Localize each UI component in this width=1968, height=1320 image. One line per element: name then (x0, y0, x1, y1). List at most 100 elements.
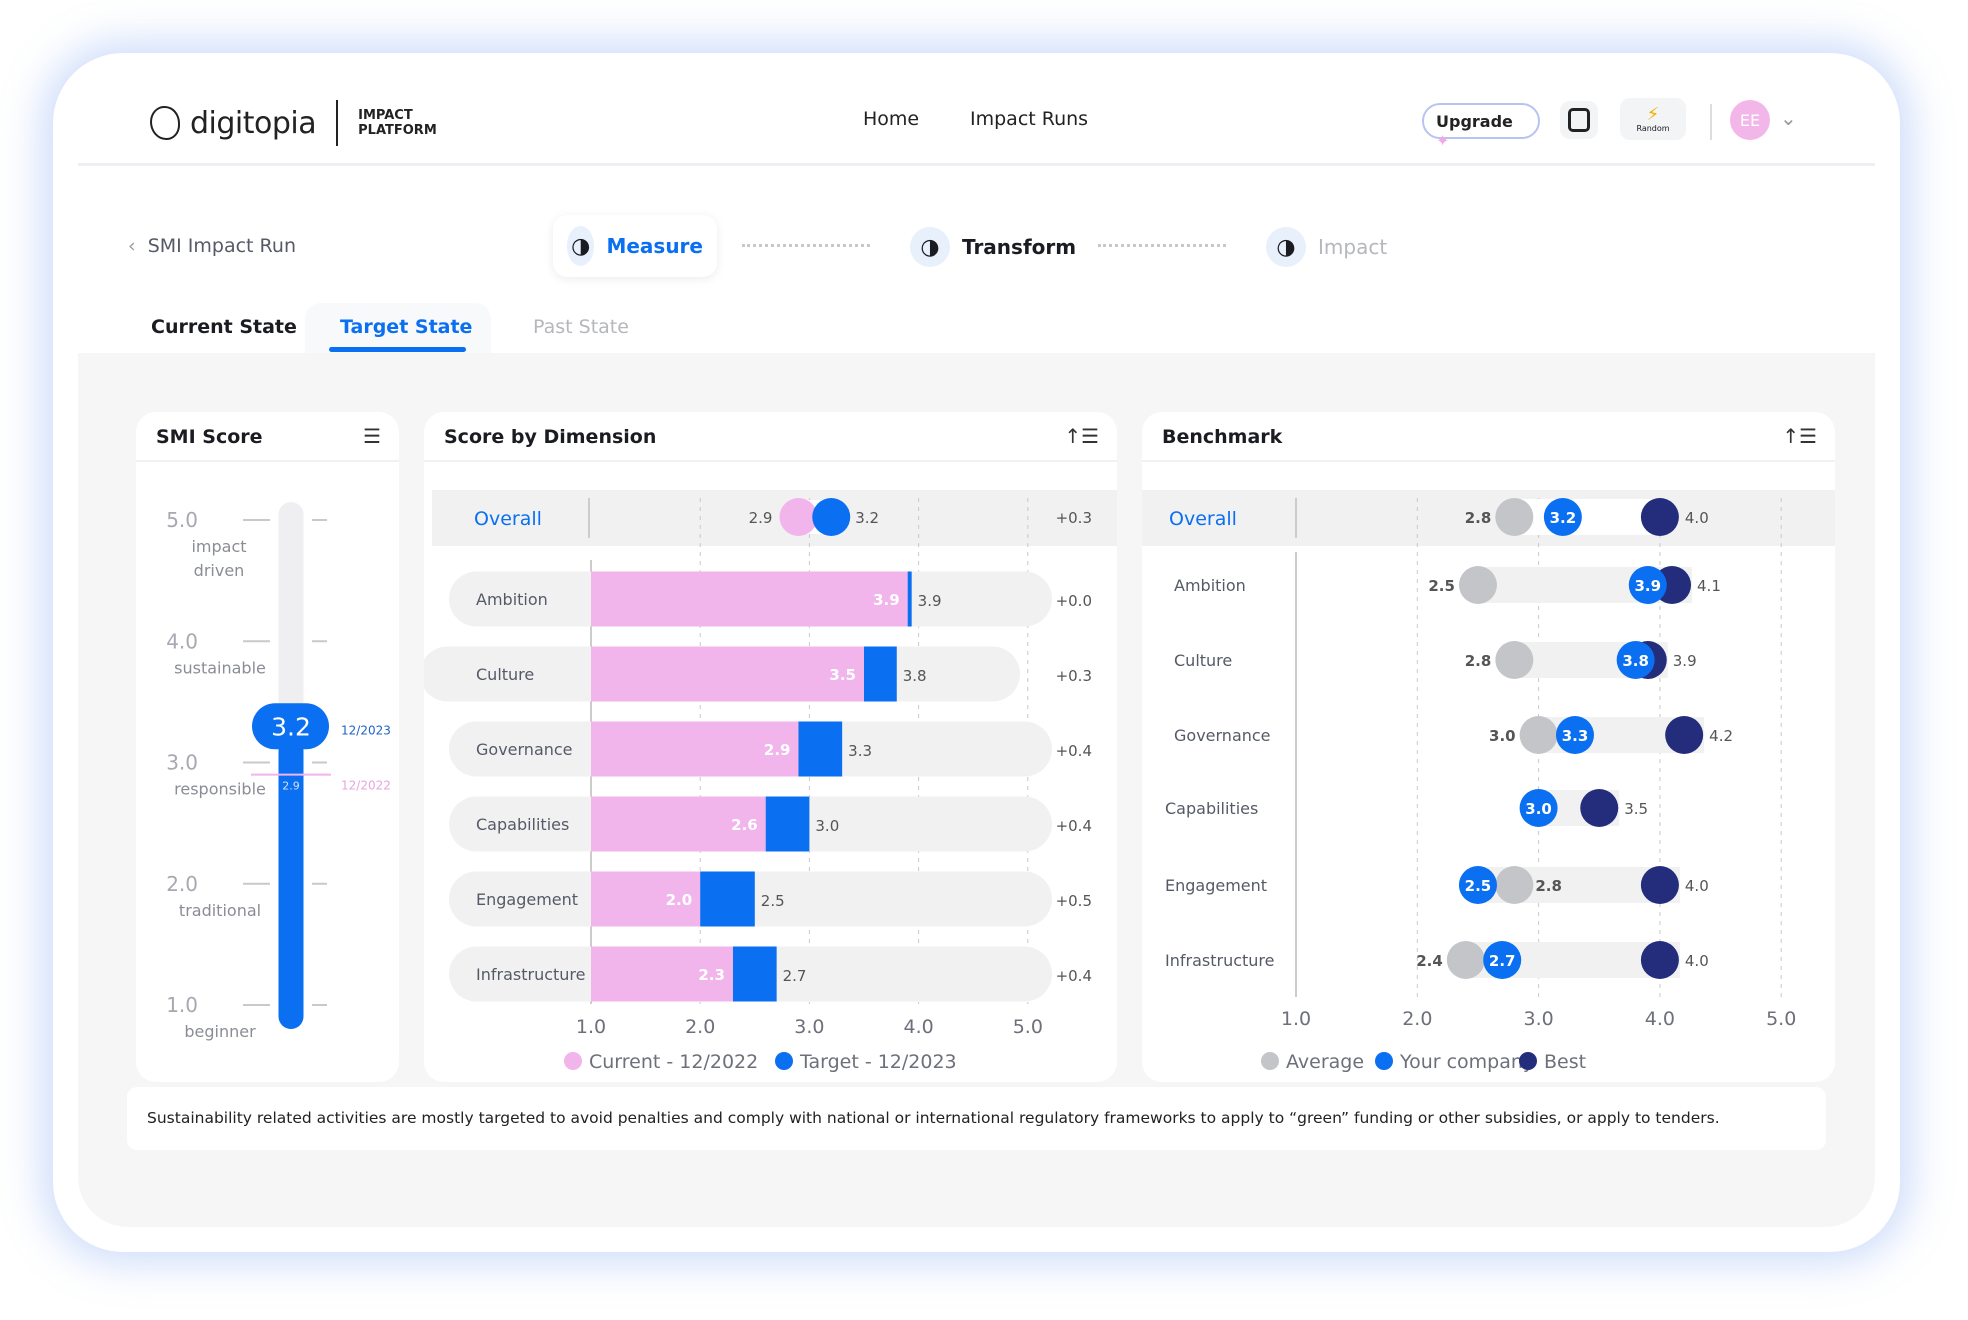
chevron-down-icon[interactable]: ⌄ (1780, 106, 1797, 130)
notifications-button[interactable] (1560, 101, 1598, 139)
bar-target (732, 946, 777, 1002)
category-label: Ambition (476, 590, 548, 609)
best-value: 4.0 (1685, 877, 1709, 895)
category-label: Governance (476, 740, 573, 759)
legend-swatch (564, 1052, 582, 1070)
category-label: Culture (476, 665, 534, 684)
best-dot (1580, 789, 1619, 827)
legend-label: Best (1544, 1051, 1586, 1073)
company-value: 3.9 (1634, 577, 1661, 595)
category-label: Ambition (1174, 576, 1246, 595)
average-value: 3.0 (1489, 727, 1516, 745)
category-label: Culture (1174, 651, 1232, 670)
average-dot (1519, 716, 1558, 754)
upgrade-button[interactable]: Upgrade ✦ (1422, 103, 1540, 150)
tab-current-state[interactable]: Current State (151, 316, 297, 338)
benchmark-panel: Benchmark ↑☰ 1.0 2.0 3.0 4.0 5.0 Overall 2.8 4.… (1142, 412, 1835, 1082)
organization-switcher[interactable]: ⚡ Random (1620, 98, 1686, 140)
bar-target (700, 871, 755, 927)
bar-current (591, 646, 864, 702)
average-value: 2.5 (1428, 577, 1455, 595)
nav-home[interactable]: Home (863, 108, 919, 130)
company-value: 2.5 (1465, 877, 1492, 895)
level-value: 1.0 (166, 993, 198, 1017)
current-value-label: 2.6 (731, 816, 758, 834)
step-transform[interactable]: ◑ Transform (910, 227, 1076, 267)
delta-label: +0.0 (1056, 592, 1092, 610)
level-label: beginner (184, 1022, 256, 1041)
average-dot (1446, 941, 1485, 979)
score-value: 3.2 (271, 712, 311, 741)
range-bar (1514, 499, 1660, 535)
notification-icon (1568, 108, 1590, 132)
current-date: 12/2022 (341, 779, 391, 793)
overall-target-dot (812, 498, 851, 536)
delta-label: +0.4 (1056, 817, 1092, 835)
category-label: Engagement (1165, 876, 1267, 895)
logo-subtitle: IMPACT PLATFORM (358, 108, 437, 138)
company-value: 3.2 (1550, 509, 1577, 527)
bar-target (907, 571, 912, 627)
x-tick-label: 2.0 (1402, 1008, 1432, 1030)
company-value: 2.7 (1489, 952, 1516, 970)
header-divider (1710, 104, 1712, 140)
x-tick-label: 4.0 (1645, 1008, 1675, 1030)
half-circle-icon: ◑ (567, 226, 595, 266)
best-value: 4.0 (1685, 509, 1709, 527)
delta-label: +0.3 (1056, 667, 1092, 685)
chevron-left-icon: ‹ (128, 235, 136, 257)
overall-label: Overall (474, 508, 542, 530)
best-dot (1640, 866, 1679, 904)
step-connector (742, 244, 870, 247)
average-dot (1458, 566, 1497, 604)
logo-blob-icon (150, 106, 180, 140)
legend-swatch (1519, 1052, 1537, 1070)
level-label: driven (194, 561, 245, 580)
tab-target-state[interactable]: Target State (340, 316, 472, 338)
level-label: impact (191, 537, 246, 556)
target-value-label: 3.9 (918, 592, 942, 610)
average-value: 2.8 (1465, 509, 1492, 527)
target-date: 12/2023 (341, 723, 391, 737)
benchmark-chart: 1.0 2.0 3.0 4.0 5.0 Overall 2.8 4.0 3.2 Ambition 2… (1142, 490, 1835, 1073)
logo[interactable]: digitopia IMPACT PLATFORM (150, 100, 437, 146)
level-label: traditional (179, 901, 261, 920)
breadcrumb-back[interactable]: ‹ SMI Impact Run (128, 235, 296, 257)
delta-label: +0.5 (1056, 892, 1092, 910)
best-value: 4.2 (1709, 727, 1733, 745)
company-value: 3.0 (1525, 800, 1552, 818)
avatar[interactable]: EE (1730, 100, 1770, 140)
sparkle-icon: ✦ (1436, 131, 1450, 150)
best-value: 4.0 (1685, 952, 1709, 970)
x-tick-label: 1.0 (576, 1016, 606, 1038)
legend-swatch (1261, 1052, 1279, 1070)
legend-label: Current - 12/2022 (589, 1051, 758, 1073)
category-label: Capabilities (476, 815, 569, 834)
category-label: Capabilities (1165, 799, 1258, 818)
legend-label: Average (1286, 1051, 1364, 1073)
company-value: 3.3 (1562, 727, 1589, 745)
overall-current-dot (779, 498, 818, 536)
average-dot (1495, 641, 1534, 679)
target-value-label: 3.3 (848, 742, 872, 760)
average-value: 2.4 (1416, 952, 1443, 970)
step-measure[interactable]: ◑ Measure (553, 215, 717, 277)
current-value: 2.9 (282, 780, 300, 793)
level-value: 5.0 (166, 508, 198, 532)
target-value-label: 2.5 (761, 892, 785, 910)
overall-target-value: 3.2 (855, 509, 879, 527)
company-value: 3.8 (1622, 652, 1649, 670)
tab-past-state[interactable]: Past State (533, 316, 629, 338)
logo-divider (336, 100, 339, 146)
average-dot (1495, 866, 1534, 904)
nav-impact-runs[interactable]: Impact Runs (970, 108, 1088, 130)
delta-label: +0.4 (1056, 742, 1092, 760)
x-tick-label: 2.0 (685, 1016, 715, 1038)
smi-gauge: 5.0 impact driven 4.0 sustainable 3.0 responsi… (166, 502, 391, 1041)
average-dot (1495, 498, 1534, 536)
best-value: 4.1 (1697, 577, 1721, 595)
legend-swatch (1375, 1052, 1393, 1070)
bar-target (864, 646, 897, 702)
level-value: 2.0 (166, 872, 198, 896)
step-impact[interactable]: ◑ Impact (1266, 227, 1387, 267)
